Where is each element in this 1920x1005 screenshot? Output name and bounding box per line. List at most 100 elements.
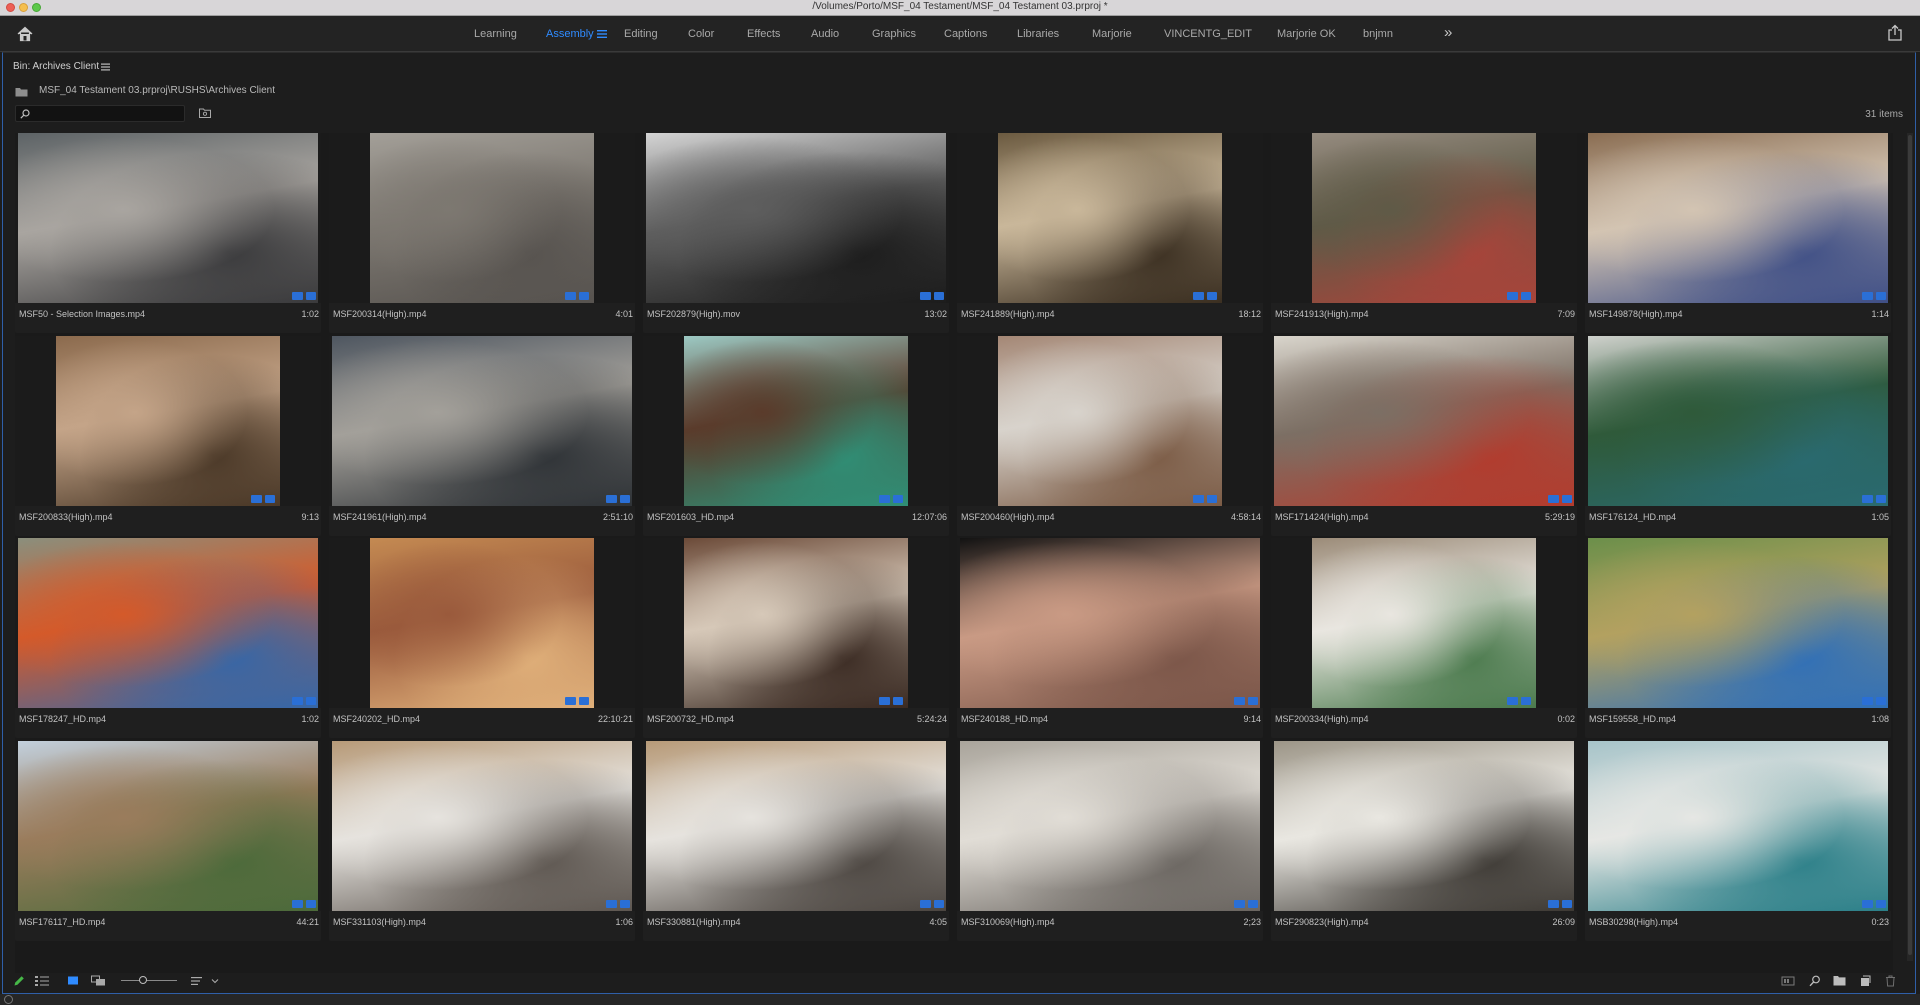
clip-thumbnail-card[interactable]: MSF200460(High).mp4 4:58:14 — [957, 336, 1263, 536]
clip-name[interactable]: MSF50 - Selection Images.mp4 — [19, 309, 145, 319]
clip-thumbnail-card[interactable]: MSF310069(High).mp4 2;23 — [957, 741, 1263, 941]
clip-name[interactable]: MSF200732_HD.mp4 — [647, 714, 734, 724]
clip-name[interactable]: MSF241913(High).mp4 — [1275, 309, 1369, 319]
clip-thumbnail-card[interactable]: MSF149878(High).mp4 1:14 — [1585, 133, 1891, 333]
clip-name[interactable]: MSF200460(High).mp4 — [961, 512, 1055, 522]
clip-thumbnail-card[interactable]: MSF331103(High).mp4 1:06 — [329, 741, 635, 941]
workspace-tab-vincentg-edit[interactable]: VINCENTG_EDIT — [1164, 28, 1252, 40]
title-bar: /Volumes/Porto/MSF_04 Testament/MSF_04 T… — [0, 0, 1920, 16]
clip-thumbnail-card[interactable]: MSF200314(High).mp4 4:01 — [329, 133, 635, 333]
video-track-badge — [1862, 292, 1873, 300]
clip-thumbnail-card[interactable]: MSF241961(High).mp4 2:51:10 — [329, 336, 635, 536]
video-track-badge — [879, 697, 890, 705]
workspace-tab-assembly[interactable]: Assembly — [546, 28, 594, 40]
new-bin-icon[interactable] — [1833, 975, 1846, 986]
workspace-tab-bnjmn[interactable]: bnjmn — [1363, 28, 1393, 40]
new-item-icon[interactable] — [1859, 975, 1871, 987]
new-bin-from-search-icon[interactable] — [199, 108, 211, 118]
clip-name[interactable]: MSF240202_HD.mp4 — [333, 714, 420, 724]
find-icon[interactable] — [1809, 975, 1821, 987]
video-track-badge — [1507, 697, 1518, 705]
clip-name[interactable]: MSF176124_HD.mp4 — [1589, 512, 1676, 522]
clip-thumbnail-card[interactable]: MSF201603_HD.mp4 12:07:06 — [643, 336, 949, 536]
clip-thumbnail-card[interactable]: MSF330881(High).mp4 4:05 — [643, 741, 949, 941]
clip-name[interactable]: MSF200314(High).mp4 — [333, 309, 427, 319]
clip-thumbnail-card[interactable]: MSF171424(High).mp4 5:29:19 — [1271, 336, 1577, 536]
scrollbar-thumb[interactable] — [1908, 135, 1912, 955]
vertical-scrollbar[interactable] — [1907, 133, 1913, 961]
clip-name[interactable]: MSF241961(High).mp4 — [333, 512, 427, 522]
clip-name[interactable]: MSF330881(High).mp4 — [647, 917, 741, 927]
clip-name[interactable]: MSF201603_HD.mp4 — [647, 512, 734, 522]
clip-thumbnail-card[interactable]: MSF202879(High).mov 13:02 — [643, 133, 949, 333]
list-view-icon[interactable] — [35, 975, 49, 987]
bin-search-input[interactable] — [15, 105, 185, 122]
workspace-menu-icon[interactable] — [597, 29, 607, 39]
clip-thumbnail-card[interactable]: MSF50 - Selection Images.mp4 1:02 — [15, 133, 321, 333]
clip-thumbnail-card[interactable]: MSF176117_HD.mp4 44:21 — [15, 741, 321, 941]
clip-thumbnail-card[interactable]: MSF200833(High).mp4 9:13 — [15, 336, 321, 536]
clip-name[interactable]: MSF240188_HD.mp4 — [961, 714, 1048, 724]
clip-name[interactable]: MSF176117_HD.mp4 — [19, 917, 105, 927]
clip-duration: 9:13 — [301, 512, 319, 522]
workspace-tab-color[interactable]: Color — [688, 28, 714, 40]
clip-name[interactable]: MSB30298(High).mp4 — [1589, 917, 1678, 927]
workspace-tab-audio[interactable]: Audio — [811, 28, 839, 40]
clip-thumbnail-card[interactable]: MSF176124_HD.mp4 1:05 — [1585, 336, 1891, 536]
workspace-tab-editing[interactable]: Editing — [624, 28, 658, 40]
clip-name[interactable]: MSF310069(High).mp4 — [961, 917, 1055, 927]
audio-track-badge — [620, 900, 630, 908]
clip-duration: 12:07:06 — [911, 512, 947, 522]
clip-name[interactable]: MSF159558_HD.mp4 — [1589, 714, 1676, 724]
clip-thumbnail-frame — [329, 538, 635, 708]
freeform-view-icon[interactable] — [91, 975, 107, 987]
workspace-tab-marjorie[interactable]: Marjorie — [1092, 28, 1132, 40]
clip-thumbnail-card[interactable]: MSF200732_HD.mp4 5:24:24 — [643, 538, 949, 738]
clip-thumbnail-card[interactable]: MSF200334(High).mp4 0:02 — [1271, 538, 1577, 738]
home-icon[interactable] — [16, 25, 34, 43]
clip-name[interactable]: MSF171424(High).mp4 — [1275, 512, 1369, 522]
audio-track-badge — [306, 900, 316, 908]
clip-thumbnail-card[interactable]: MSF290823(High).mp4 26:09 — [1271, 741, 1577, 941]
panel-menu-icon[interactable] — [101, 63, 110, 71]
zoom-slider-knob[interactable] — [139, 976, 148, 984]
clip-duration: 4:58:14 — [1230, 512, 1261, 522]
clip-name[interactable]: MSF202879(High).mov — [647, 309, 740, 319]
panel-title[interactable]: Bin: Archives Client — [13, 61, 99, 72]
clip-thumbnail-card[interactable]: MSF240202_HD.mp4 22:10:21 — [329, 538, 635, 738]
thumbnail-zoom-slider[interactable] — [121, 976, 177, 984]
clip-name[interactable]: MSF200334(High).mp4 — [1275, 714, 1369, 724]
share-icon[interactable] — [1887, 24, 1903, 42]
clip-thumbnail-frame — [643, 741, 949, 911]
trash-icon[interactable] — [1885, 975, 1896, 987]
clip-name[interactable]: MSF178247_HD.mp4 — [19, 714, 106, 724]
workspace-tab-effects[interactable]: Effects — [747, 28, 780, 40]
clip-thumbnail-image — [332, 336, 632, 506]
clip-thumbnail-card[interactable]: MSF241913(High).mp4 7:09 — [1271, 133, 1577, 333]
audio-track-badge — [893, 495, 903, 503]
icon-view-icon[interactable] — [67, 975, 79, 987]
clip-thumbnail-card[interactable]: MSF240188_HD.mp4 9:14 — [957, 538, 1263, 738]
clip-name[interactable]: MSF290823(High).mp4 — [1275, 917, 1369, 927]
automate-to-sequence-icon[interactable] — [1781, 975, 1795, 987]
audio-track-badge — [1207, 495, 1217, 503]
pencil-icon[interactable] — [13, 975, 25, 987]
clip-thumbnail-image — [18, 538, 318, 708]
sort-dropdown-chevron-icon[interactable] — [211, 978, 219, 984]
clip-thumbnail-card[interactable]: MSF159558_HD.mp4 1:08 — [1585, 538, 1891, 738]
clip-name[interactable]: MSF149878(High).mp4 — [1589, 309, 1683, 319]
workspace-tab-libraries[interactable]: Libraries — [1017, 28, 1059, 40]
sort-icon[interactable] — [191, 975, 203, 987]
workspace-tab-graphics[interactable]: Graphics — [872, 28, 916, 40]
workspace-tab-captions[interactable]: Captions — [944, 28, 987, 40]
workspace-tab-marjorie-ok[interactable]: Marjorie OK — [1277, 28, 1336, 40]
clip-name[interactable]: MSF200833(High).mp4 — [19, 512, 113, 522]
clip-thumbnail-card[interactable]: MSF241889(High).mp4 18:12 — [957, 133, 1263, 333]
more-workspaces-button[interactable]: » — [1444, 24, 1452, 41]
clip-name[interactable]: MSF241889(High).mp4 — [961, 309, 1055, 319]
clip-thumbnail-card[interactable]: MSF178247_HD.mp4 1:02 — [15, 538, 321, 738]
workspace-tab-learning[interactable]: Learning — [474, 28, 517, 40]
bin-bottom-toolbar — [3, 969, 1917, 993]
clip-thumbnail-card[interactable]: MSB30298(High).mp4 0:23 — [1585, 741, 1891, 941]
clip-name[interactable]: MSF331103(High).mp4 — [333, 917, 426, 927]
